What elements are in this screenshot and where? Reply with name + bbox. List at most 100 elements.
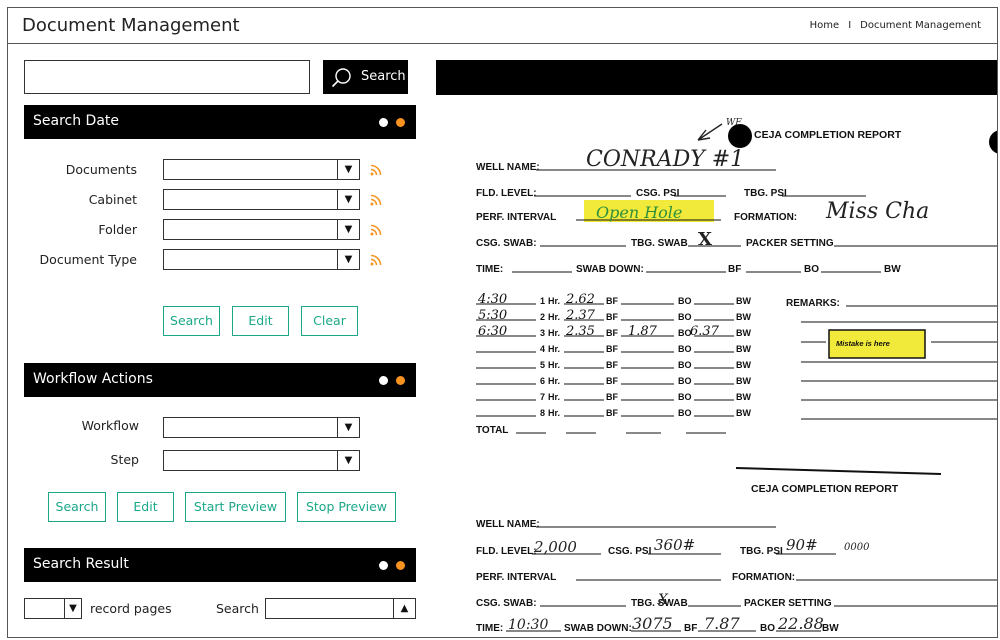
total-label: TOTAL bbox=[476, 425, 508, 436]
formation-label-2: FORMATION: bbox=[732, 572, 795, 583]
handwritten-x: X bbox=[698, 229, 712, 250]
close-dot-icon[interactable] bbox=[396, 118, 405, 127]
bf-label: BF bbox=[606, 296, 618, 306]
page-size-select[interactable]: ▼ bbox=[24, 598, 82, 619]
page-title: Document Management bbox=[22, 15, 240, 36]
hour-number: 7 bbox=[540, 392, 545, 402]
mistake-note: Mistake is here bbox=[836, 339, 890, 348]
cabinet-select[interactable]: ▼ bbox=[163, 189, 360, 210]
handwritten-tbg-psi: 90# bbox=[786, 536, 818, 554]
collapse-dot-icon[interactable] bbox=[379, 118, 388, 127]
rss-icon[interactable] bbox=[370, 224, 382, 236]
handwritten-bf: 1.87 bbox=[628, 324, 658, 339]
document-type-select[interactable]: ▼ bbox=[163, 249, 360, 270]
close-dot-icon[interactable] bbox=[396, 561, 405, 570]
perf-interval-label-2: PERF. INTERVAL bbox=[476, 572, 556, 583]
start-preview-button[interactable]: Start Preview bbox=[185, 492, 286, 522]
packer-setting-label: PACKER SETTING bbox=[746, 238, 834, 249]
bf-label: BF bbox=[606, 328, 618, 338]
csg-psi-label: CSG. PSI bbox=[636, 188, 680, 199]
search-date-panel-header[interactable]: Search Date bbox=[24, 105, 416, 139]
bw-label: BW bbox=[736, 328, 751, 338]
close-dot-icon[interactable] bbox=[396, 376, 405, 385]
time-label-2: TIME: bbox=[476, 623, 503, 634]
handwritten-hours: 2.62 bbox=[565, 292, 595, 307]
bo-label: BO bbox=[678, 296, 692, 306]
search-date-edit-button[interactable]: Edit bbox=[232, 306, 289, 336]
search-result-title: Search Result bbox=[33, 556, 129, 572]
workflow-search-button[interactable]: Search bbox=[48, 492, 106, 522]
bo-label: BO bbox=[678, 344, 692, 354]
bf-label-2: BF bbox=[684, 623, 697, 634]
bw-label: BW bbox=[736, 296, 751, 306]
tbg-psi-label-2: TBG. PSI bbox=[740, 546, 783, 557]
step-select[interactable]: ▼ bbox=[163, 450, 360, 471]
bw-label: BW bbox=[736, 360, 751, 370]
tbg-swab-label: TBG. SWAB bbox=[631, 238, 688, 249]
workflow-label: Workflow bbox=[81, 418, 139, 433]
collapse-dot-icon[interactable] bbox=[379, 376, 388, 385]
hour-number: 1 bbox=[540, 296, 545, 306]
collapse-dot-icon[interactable] bbox=[379, 561, 388, 570]
document-type-label: Document Type bbox=[39, 252, 137, 267]
search-date-clear-button[interactable]: Clear bbox=[301, 306, 358, 336]
bo-label: BO bbox=[804, 264, 819, 275]
search-button-label: Search bbox=[361, 69, 406, 84]
breadcrumb-separator: I bbox=[848, 20, 852, 31]
hour-number: 2 bbox=[540, 312, 545, 322]
page-header: Document Management Home I Document Manage… bbox=[8, 8, 997, 44]
document-preview[interactable]: CEJA COMPLETION REPORT D WELL NAME: FLD.… bbox=[436, 100, 997, 637]
breadcrumb-home-link[interactable]: Home bbox=[810, 20, 840, 31]
bw-label: BW bbox=[736, 376, 751, 386]
formation-label: FORMATION: bbox=[734, 212, 797, 223]
handwritten-time: 4:30 bbox=[477, 292, 507, 307]
handwritten-fld-level: 2,000 bbox=[533, 538, 577, 556]
handwritten-formation: Miss Cha bbox=[825, 199, 929, 224]
well-name-label-2: WELL NAME: bbox=[476, 519, 540, 530]
bf-label: BF bbox=[606, 392, 618, 402]
handwritten-hours: 2.37 bbox=[565, 308, 596, 323]
cabinet-label: Cabinet bbox=[88, 192, 137, 207]
csg-swab-label: CSG. SWAB: bbox=[476, 238, 537, 249]
bo-label: BO bbox=[678, 408, 692, 418]
hour-label: Hr. bbox=[548, 344, 560, 354]
bo-label-2: BO bbox=[760, 623, 775, 634]
chevron-down-icon: ▼ bbox=[337, 451, 359, 470]
step-label: Step bbox=[110, 452, 139, 467]
search-button[interactable]: Search bbox=[323, 60, 408, 94]
bf-label: BF bbox=[606, 408, 618, 418]
stop-preview-button[interactable]: Stop Preview bbox=[297, 492, 396, 522]
rss-icon[interactable] bbox=[370, 164, 382, 176]
fld-level-label: FLD. LEVEL: bbox=[476, 188, 537, 199]
swab-down-label: SWAB DOWN: bbox=[576, 264, 644, 275]
bw-label: BW bbox=[736, 392, 751, 402]
hour-number: 8 bbox=[540, 408, 545, 418]
search-date-search-button[interactable]: Search bbox=[163, 306, 220, 336]
handwritten-note: WF bbox=[726, 118, 742, 128]
documents-select[interactable]: ▼ bbox=[163, 159, 360, 180]
rss-icon[interactable] bbox=[370, 194, 382, 206]
hour-label: Hr. bbox=[548, 296, 560, 306]
workflow-edit-button[interactable]: Edit bbox=[117, 492, 174, 522]
well-name-label: WELL NAME: bbox=[476, 162, 540, 173]
result-search-select[interactable]: ▲ bbox=[265, 598, 416, 619]
bo-label: BO bbox=[678, 376, 692, 386]
folder-select[interactable]: ▼ bbox=[163, 219, 360, 240]
chevron-down-icon: ▼ bbox=[64, 599, 81, 618]
rss-icon[interactable] bbox=[370, 254, 382, 266]
bw-label: BW bbox=[884, 264, 901, 275]
workflow-select[interactable]: ▼ bbox=[163, 417, 360, 438]
handwritten-well-name: CONRADY #1 bbox=[586, 147, 744, 172]
folder-label: Folder bbox=[98, 222, 137, 237]
fld-level-label-2: FLD. LEVEL: bbox=[476, 546, 537, 557]
hour-number: 6 bbox=[540, 376, 545, 386]
csg-swab-label-2: CSG. SWAB: bbox=[476, 598, 537, 609]
search-input[interactable] bbox=[24, 60, 310, 94]
magnifier-icon bbox=[331, 68, 351, 88]
workflow-panel-header[interactable]: Workflow Actions bbox=[24, 363, 416, 397]
chevron-down-icon: ▼ bbox=[337, 160, 359, 179]
hour-number: 4 bbox=[540, 344, 545, 354]
search-result-panel-header[interactable]: Search Result bbox=[24, 548, 416, 582]
handwritten-time: 6:30 bbox=[478, 324, 507, 339]
handwritten-csg-psi: 360# bbox=[654, 536, 695, 554]
